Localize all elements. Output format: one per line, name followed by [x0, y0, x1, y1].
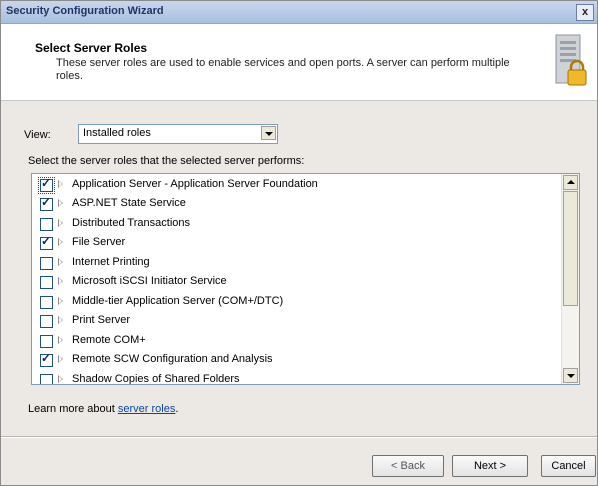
title-bar: Security Configuration Wizard x: [1, 1, 597, 24]
window-title: Security Configuration Wizard: [6, 5, 164, 17]
expand-arrow-icon[interactable]: [58, 316, 63, 324]
learn-more-prefix: Learn more about: [28, 403, 118, 415]
wizard-content: View: Installed roles Select the server …: [1, 101, 597, 437]
expand-arrow-icon[interactable]: [58, 199, 63, 207]
role-label: Shadow Copies of Shared Folders: [72, 373, 240, 385]
expand-arrow-icon[interactable]: [58, 277, 63, 285]
role-label: Remote COM+: [72, 334, 146, 346]
expand-arrow-icon[interactable]: [58, 297, 63, 305]
expand-arrow-icon[interactable]: [58, 355, 63, 363]
role-row[interactable]: Distributed Transactions: [32, 215, 560, 234]
chevron-down-icon[interactable]: [261, 126, 276, 140]
wizard-header: Select Server Roles These server roles a…: [1, 24, 597, 101]
wizard-window: Security Configuration Wizard x Select S…: [0, 0, 598, 486]
instruction-text: Select the server roles that the selecte…: [28, 155, 305, 167]
next-button[interactable]: Next >: [452, 455, 528, 477]
role-checkbox[interactable]: [40, 296, 53, 309]
role-label: File Server: [72, 236, 126, 248]
expand-arrow-icon[interactable]: [58, 258, 63, 266]
role-checkbox[interactable]: [40, 374, 53, 384]
role-checkbox[interactable]: [40, 257, 53, 270]
role-label: Remote SCW Configuration and Analysis: [72, 353, 273, 365]
role-checkbox[interactable]: [40, 315, 53, 328]
server-roles-link[interactable]: server roles: [118, 403, 175, 415]
role-label: Application Server - Application Server …: [72, 178, 318, 190]
expand-arrow-icon[interactable]: [58, 238, 63, 246]
role-label: Internet Printing: [72, 256, 150, 268]
learn-more-suffix: .: [175, 403, 179, 415]
role-row[interactable]: Remote SCW Configuration and Analysis: [32, 351, 560, 370]
role-label: ASP.NET State Service: [72, 197, 186, 209]
roles-list[interactable]: Application Server - Application Server …: [31, 173, 580, 385]
role-label: Middle-tier Application Server (COM+/DTC…: [72, 295, 284, 307]
role-checkbox[interactable]: [40, 234, 53, 250]
cancel-button[interactable]: Cancel: [541, 455, 596, 477]
page-title: Select Server Roles: [35, 41, 148, 55]
role-checkbox[interactable]: [40, 276, 53, 289]
role-row[interactable]: Microsoft iSCSI Initiator Service: [32, 273, 560, 292]
role-row[interactable]: Shadow Copies of Shared Folders: [32, 371, 560, 385]
expand-arrow-icon[interactable]: [58, 336, 63, 344]
view-dropdown-value: Installed roles: [83, 127, 151, 139]
role-checkbox[interactable]: [40, 335, 53, 348]
role-row[interactable]: Remote COM+: [32, 332, 560, 351]
role-checkbox[interactable]: [38, 176, 55, 194]
close-button[interactable]: x: [576, 4, 594, 21]
role-row[interactable]: File Server: [32, 234, 560, 253]
expand-arrow-icon[interactable]: [58, 219, 63, 227]
role-row[interactable]: ASP.NET State Service: [32, 195, 560, 214]
scroll-up-arrow-icon[interactable]: [563, 175, 578, 190]
role-checkbox[interactable]: [40, 195, 53, 211]
expand-arrow-icon[interactable]: [58, 180, 63, 188]
footer-divider: [1, 436, 597, 438]
roles-scrollbar[interactable]: [561, 174, 579, 384]
view-label: View:: [24, 129, 51, 141]
page-description: These server roles are used to enable se…: [56, 57, 510, 82]
scroll-thumb[interactable]: [563, 191, 578, 306]
role-label: Print Server: [72, 314, 131, 326]
role-row[interactable]: Application Server - Application Server …: [32, 176, 560, 195]
view-dropdown[interactable]: Installed roles: [78, 124, 278, 144]
role-checkbox[interactable]: [40, 351, 53, 367]
role-checkbox[interactable]: [40, 218, 53, 231]
role-label: Microsoft iSCSI Initiator Service: [72, 275, 227, 287]
scroll-down-arrow-icon[interactable]: [563, 368, 578, 383]
role-label: Distributed Transactions: [72, 217, 190, 229]
back-button[interactable]: < Back: [372, 455, 444, 477]
role-row[interactable]: Internet Printing: [32, 254, 560, 273]
server-lock-icon: [555, 34, 587, 86]
learn-more-text: Learn more about server roles.: [28, 403, 178, 415]
expand-arrow-icon[interactable]: [58, 375, 63, 383]
role-row[interactable]: Middle-tier Application Server (COM+/DTC…: [32, 293, 560, 312]
role-row[interactable]: Print Server: [32, 312, 560, 331]
